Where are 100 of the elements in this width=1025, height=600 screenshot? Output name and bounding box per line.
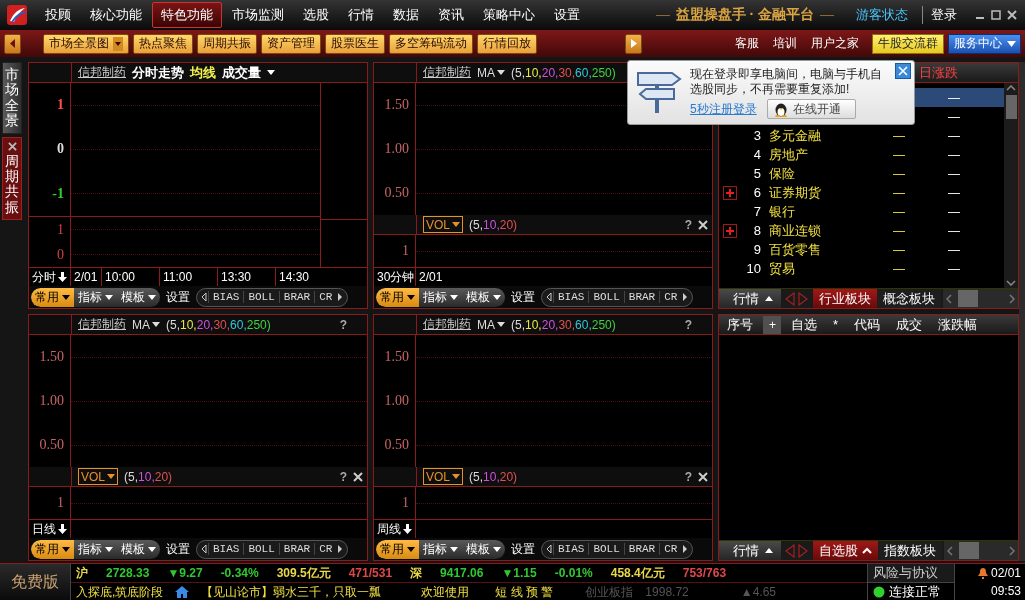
register-link[interactable]: 5秒注册登录	[690, 100, 757, 118]
toolbar-tab[interactable]: 常用	[376, 287, 419, 307]
settings-link[interactable]: 设置	[166, 540, 190, 558]
list-row[interactable]: 4 房地产 — —	[719, 145, 1004, 164]
close-icon[interactable]	[698, 219, 708, 230]
close-icon[interactable]	[7, 141, 17, 151]
column-header[interactable]: 序号	[719, 315, 761, 334]
left-chevron-icon[interactable]	[946, 293, 952, 304]
indicator-tab[interactable]: BRAR	[623, 291, 660, 303]
stock-name-link[interactable]: 信邦制药	[423, 316, 471, 333]
scroll-right-button[interactable]	[625, 33, 642, 54]
menu-item[interactable]: 选股	[294, 2, 338, 28]
side-tab[interactable]: 周期共振	[2, 136, 22, 221]
expand-icon[interactable]	[723, 185, 737, 200]
indicator-tab[interactable]: CR	[314, 291, 337, 303]
scrollbar-thumb[interactable]	[959, 542, 979, 559]
period-selector[interactable]: 周线	[377, 520, 401, 538]
indicator-tab[interactable]: CR	[314, 543, 337, 555]
home-icon[interactable]	[175, 586, 190, 598]
indicator-tab[interactable]: BIAS	[553, 543, 589, 555]
market-menu-button[interactable]: 行情	[719, 289, 781, 308]
column-header[interactable]: 代码	[846, 315, 889, 334]
indicator-dropdown[interactable]: MA	[132, 317, 160, 332]
horizontal-scrollbar[interactable]	[944, 541, 1018, 560]
indicator-dropdown[interactable]: VOL	[423, 216, 463, 233]
maximize-icon[interactable]	[991, 10, 1001, 20]
feature-button[interactable]: 资产管理	[261, 33, 321, 54]
stock-name-link[interactable]: 信邦制药	[423, 64, 471, 81]
list-tab[interactable]: 指数板块	[878, 541, 942, 560]
menu-item[interactable]: 市场监测	[223, 2, 293, 28]
list-tab[interactable]: 概念板块	[877, 289, 941, 308]
indicator-tab[interactable]: BIAS	[553, 291, 589, 303]
toolbar-tab[interactable]: 常用	[31, 539, 74, 559]
toolbar-tab[interactable]: 模板	[117, 539, 160, 559]
settings-link[interactable]: 设置	[511, 540, 535, 558]
settings-link[interactable]: 设置	[166, 288, 190, 306]
close-icon[interactable]	[353, 471, 363, 482]
help-icon[interactable]: ?	[684, 217, 692, 232]
menu-item[interactable]: 数据	[384, 2, 428, 28]
column-header[interactable]: 日涨跌	[919, 63, 989, 82]
market-menu-button[interactable]: 行情	[719, 541, 781, 560]
scrollbar-thumb[interactable]	[1005, 95, 1017, 119]
header-link[interactable]: 用户之家	[806, 35, 864, 52]
list-tab[interactable]: 自选股	[813, 541, 878, 560]
indicator-tab[interactable]: CR	[659, 291, 682, 303]
toolbar-tab[interactable]: 模板	[117, 287, 160, 307]
list-row[interactable]: 9 百货零售 — —	[719, 240, 1004, 259]
expand-icon[interactable]	[723, 223, 737, 238]
period-selector[interactable]: 分时	[32, 268, 56, 286]
right-arrow-icon[interactable]	[336, 544, 345, 554]
column-header[interactable]: 自选	[783, 315, 825, 334]
toolbar-tab[interactable]: 指标	[419, 287, 462, 307]
activate-online-button[interactable]: 在线开通	[766, 99, 856, 119]
left-chevron-icon[interactable]	[947, 545, 953, 556]
indicator-tab[interactable]: BRAR	[278, 543, 315, 555]
indicator-dropdown[interactable]: VOL	[78, 468, 118, 485]
right-arrow-icon[interactable]	[336, 292, 345, 302]
period-selector[interactable]: 30分钟	[377, 268, 415, 286]
period-selector[interactable]: 日线	[32, 520, 56, 538]
service-center-button[interactable]: 服务中心	[948, 33, 1021, 54]
horizontal-scrollbar[interactable]	[943, 289, 1018, 308]
bell-icon[interactable]	[976, 567, 989, 579]
column-header[interactable]: 涨跌幅	[930, 315, 986, 334]
feature-button[interactable]: 行情回放	[477, 33, 537, 54]
toolbar-tab[interactable]: 指标	[419, 539, 462, 559]
column-header[interactable]: *	[825, 317, 847, 332]
indicator-tab[interactable]: BRAR	[623, 543, 660, 555]
header-link[interactable]: 客服	[730, 35, 764, 52]
toolbar-tab[interactable]: 常用	[376, 539, 419, 559]
indicator-tab[interactable]: BOLL	[243, 543, 279, 555]
close-icon[interactable]	[698, 471, 708, 482]
indicator-tab[interactable]: BIAS	[208, 291, 244, 303]
feature-button[interactable]: 热点聚焦	[133, 33, 193, 54]
up-chevron-icon[interactable]	[1006, 85, 1016, 91]
menu-item[interactable]: 资讯	[429, 2, 473, 28]
feature-button[interactable]: 周期共振	[197, 33, 257, 54]
help-icon[interactable]: ?	[684, 317, 692, 332]
list-row[interactable]: 6 证券期货 — —	[719, 183, 1004, 202]
toolbar-tab[interactable]: 模板	[462, 539, 505, 559]
left-arrow-icon[interactable]	[545, 544, 553, 554]
toolbar-tab[interactable]: 常用	[31, 287, 74, 307]
indicator-tab[interactable]: BIAS	[208, 543, 244, 555]
vertical-scrollbar[interactable]	[1004, 83, 1018, 288]
close-icon[interactable]	[1007, 10, 1017, 20]
right-arrow-icon[interactable]	[681, 292, 690, 302]
down-chevron-icon[interactable]	[1006, 280, 1016, 286]
indicator-dropdown[interactable]: MA	[477, 65, 505, 80]
scroll-left-button[interactable]	[4, 33, 21, 54]
toolbar-tab[interactable]: 模板	[462, 287, 505, 307]
close-button[interactable]	[895, 63, 911, 79]
chart-mode-label[interactable]: 均线	[190, 63, 216, 82]
menu-item[interactable]: 特色功能	[152, 2, 222, 28]
indicator-dropdown[interactable]: VOL	[423, 468, 463, 485]
login-link[interactable]: 登录	[922, 6, 957, 24]
help-icon[interactable]: ?	[339, 469, 347, 484]
stock-name-link[interactable]: 信邦制药	[78, 64, 126, 81]
alert-link[interactable]: 短 线 预 警	[495, 583, 554, 600]
settings-link[interactable]: 设置	[511, 288, 535, 306]
menu-item[interactable]: 核心功能	[81, 2, 151, 28]
help-icon[interactable]: ?	[339, 317, 347, 332]
